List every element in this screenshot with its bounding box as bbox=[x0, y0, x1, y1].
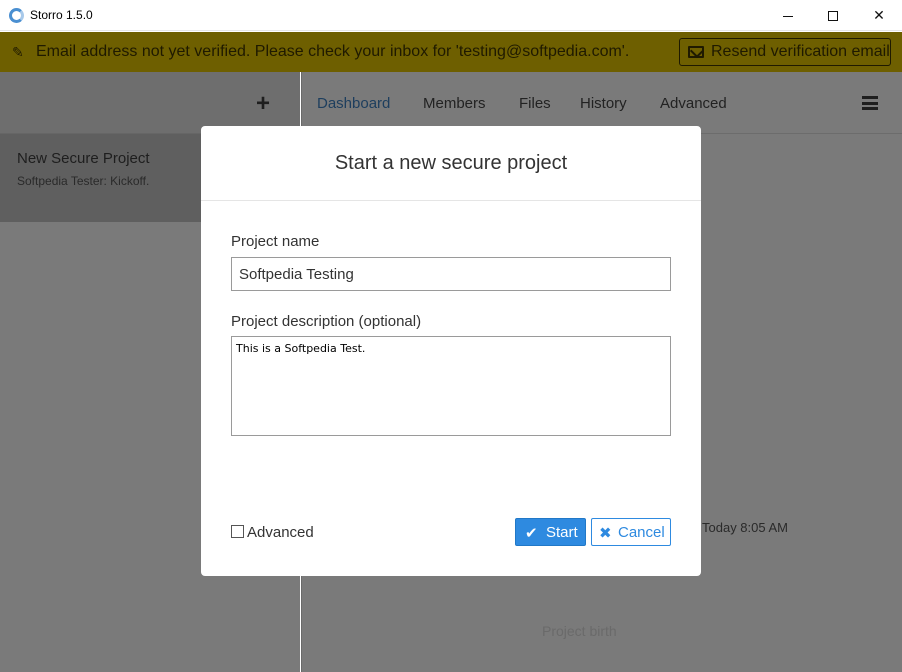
window-title: Storro 1.5.0 bbox=[30, 8, 93, 22]
plus-icon: + bbox=[256, 90, 271, 117]
tab-advanced[interactable]: Advanced bbox=[660, 95, 727, 112]
project-description-input[interactable]: This is a Softpedia Test. bbox=[231, 336, 671, 436]
close-window-button[interactable]: ✕ bbox=[856, 0, 902, 31]
maximize-button[interactable] bbox=[810, 0, 856, 31]
window-titlebar: Storro 1.5.0 ✕ bbox=[0, 0, 902, 31]
project-title: New Secure Project bbox=[17, 150, 150, 167]
start-button[interactable]: ✔ Start bbox=[515, 518, 586, 546]
close-icon: ✖ bbox=[599, 525, 612, 542]
storro-logo-icon bbox=[9, 8, 24, 23]
cancel-label: Cancel bbox=[618, 524, 665, 541]
tab-history[interactable]: History bbox=[580, 95, 627, 112]
hamburger-icon[interactable] bbox=[862, 96, 878, 110]
add-project-button[interactable]: + bbox=[256, 90, 270, 118]
envelope-icon bbox=[688, 46, 704, 58]
activity-timestamp: Today 8:05 AM bbox=[702, 520, 788, 535]
minimize-button[interactable] bbox=[765, 0, 811, 31]
check-icon: ✔ bbox=[525, 525, 538, 542]
project-name-input[interactable] bbox=[231, 257, 671, 291]
project-subtitle: Softpedia Tester: Kickoff. bbox=[17, 174, 150, 188]
sidebar-header: + bbox=[0, 72, 300, 134]
verification-banner: ✎ Email address not yet verified. Please… bbox=[0, 32, 902, 72]
advanced-label: Advanced bbox=[247, 524, 314, 541]
maximize-icon bbox=[828, 11, 838, 22]
cancel-button[interactable]: ✖ Cancel bbox=[591, 518, 671, 546]
project-description-label: Project description (optional) bbox=[231, 313, 422, 330]
new-project-dialog: Start a new secure project Project name … bbox=[201, 126, 701, 576]
advanced-checkbox[interactable] bbox=[231, 525, 244, 538]
tab-files[interactable]: Files bbox=[519, 95, 551, 112]
project-name-label: Project name bbox=[231, 233, 320, 250]
tab-dashboard[interactable]: Dashboard bbox=[317, 95, 390, 112]
resend-verification-button[interactable]: Resend verification email bbox=[679, 38, 891, 66]
megaphone-icon: ✎ bbox=[12, 44, 24, 60]
minimize-icon bbox=[783, 15, 793, 17]
verification-message: Email address not yet verified. Please c… bbox=[36, 43, 630, 60]
tab-members[interactable]: Members bbox=[423, 95, 486, 112]
resend-verification-label: Resend verification email bbox=[711, 43, 890, 60]
project-birth-label: Project birth bbox=[542, 623, 617, 639]
start-label: Start bbox=[546, 524, 578, 541]
dialog-title: Start a new secure project bbox=[334, 152, 568, 174]
dialog-header: Start a new secure project bbox=[201, 126, 701, 201]
project-nav: Dashboard Members Files History Advanced bbox=[302, 72, 902, 134]
close-icon: ✕ bbox=[873, 7, 885, 23]
